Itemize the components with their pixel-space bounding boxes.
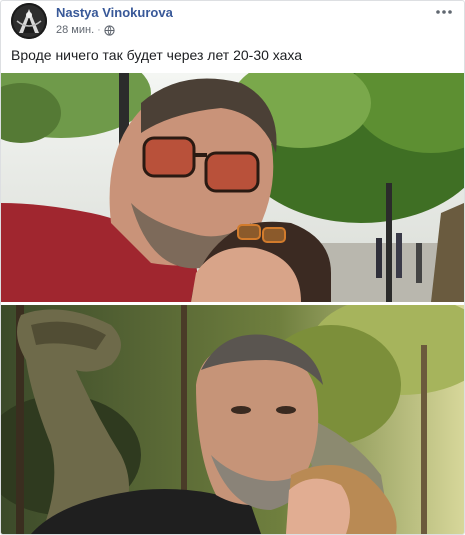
feed-post: Nastya Vinokurova 28 мин. · Вроде ничего… <box>0 0 465 535</box>
post-meta: 28 мин. · <box>56 24 115 36</box>
globe-icon[interactable] <box>104 24 115 36</box>
post-photo-2[interactable] <box>1 305 464 534</box>
more-options-button[interactable] <box>434 5 454 19</box>
author-avatar[interactable] <box>11 3 47 39</box>
more-options-icon <box>436 10 452 14</box>
meta-separator: · <box>97 24 101 36</box>
post-timestamp[interactable]: 28 мин. <box>56 24 94 36</box>
author-name-link[interactable]: Nastya Vinokurova <box>56 5 173 20</box>
post-photo-1[interactable] <box>1 73 464 302</box>
post-header: Nastya Vinokurova 28 мин. · <box>11 3 454 41</box>
post-text: Вроде ничего так будет через лет 20-30 х… <box>11 47 303 63</box>
